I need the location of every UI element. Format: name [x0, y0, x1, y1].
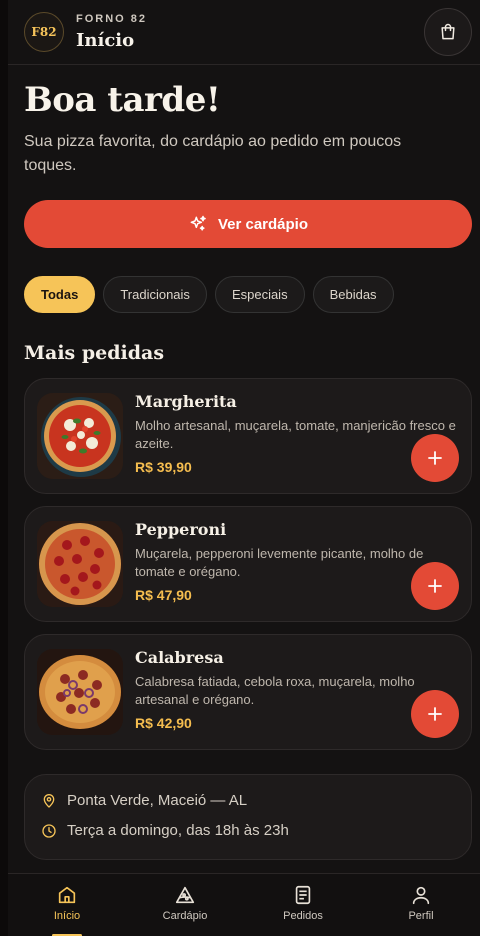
- app-screen: F82 FORNO 82 Início Boa tarde! Sua pizza…: [8, 0, 480, 936]
- nav-home-label: Início: [53, 910, 81, 922]
- hours-text: Terça a domingo, das 18h às 23h: [67, 822, 289, 839]
- plus-icon: [428, 707, 442, 721]
- page-title: Início: [76, 30, 135, 51]
- product-card-pepperoni[interactable]: Pepperoni Muçarela, pepperoni levemente …: [24, 506, 472, 622]
- nav-profile[interactable]: Perfil: [362, 874, 480, 936]
- nav-menu[interactable]: Cardápio: [126, 874, 244, 936]
- product-price: R$ 42,90: [135, 715, 192, 731]
- filter-chip-traditional[interactable]: Tradicionais: [103, 276, 207, 313]
- add-to-cart-button[interactable]: [411, 562, 459, 610]
- view-menu-button[interactable]: Ver cardápio: [24, 200, 472, 248]
- view-menu-label: Ver cardápio: [217, 215, 309, 233]
- header: F82 FORNO 82 Início: [8, 0, 480, 65]
- section-title: Mais pedidas: [24, 342, 165, 364]
- product-price: R$ 47,90: [135, 587, 192, 603]
- product-image: [37, 521, 123, 607]
- category-filters: Todas Tradicionais Especiais Bebidas: [24, 276, 394, 313]
- greeting-title: Boa tarde!: [24, 80, 221, 120]
- product-image: [37, 649, 123, 735]
- nav-menu-label: Cardápio: [162, 910, 208, 922]
- product-name: Margherita: [135, 392, 237, 411]
- product-name: Calabresa: [135, 648, 224, 667]
- nav-orders-label: Pedidos: [283, 910, 323, 922]
- add-to-cart-button[interactable]: [411, 434, 459, 482]
- product-card-calabresa[interactable]: Calabresa Calabresa fatiada, cebola roxa…: [24, 634, 472, 750]
- sparkles-icon: [190, 215, 206, 231]
- store-info-card: Ponta Verde, Maceió — AL Terça a domingo…: [24, 774, 472, 860]
- product-name: Pepperoni: [135, 520, 227, 539]
- clock-icon: [42, 823, 56, 838]
- home-icon: [58, 886, 76, 904]
- greeting-subtitle: Sua pizza favorita, do cardápio ao pedid…: [24, 133, 402, 174]
- bottom-nav: Início Cardápio Pedidos Perfil: [8, 873, 480, 936]
- add-to-cart-button[interactable]: [411, 690, 459, 738]
- filter-chip-special[interactable]: Especiais: [214, 276, 305, 313]
- map-pin-icon: [43, 793, 55, 808]
- shopping-bag-icon: [441, 23, 455, 40]
- product-image: [37, 393, 123, 479]
- store-location: Ponta Verde, Maceió — AL: [41, 792, 247, 809]
- product-price: R$ 39,90: [135, 459, 192, 475]
- user-icon: [412, 886, 430, 905]
- brand-name: FORNO 82: [76, 13, 148, 25]
- plus-icon: [428, 451, 442, 465]
- location-text: Ponta Verde, Maceió — AL: [67, 792, 248, 809]
- nav-profile-label: Perfil: [408, 910, 434, 922]
- plus-icon: [428, 579, 442, 593]
- filter-chip-all[interactable]: Todas: [24, 276, 96, 313]
- pizza-slice-icon: [175, 886, 195, 904]
- brand-logo: F82: [24, 12, 64, 52]
- cart-button[interactable]: [424, 8, 472, 56]
- store-hours: Terça a domingo, das 18h às 23h: [41, 822, 289, 839]
- nav-home[interactable]: Início: [8, 874, 126, 936]
- nav-orders[interactable]: Pedidos: [244, 874, 362, 936]
- filter-chip-drinks[interactable]: Bebidas: [312, 276, 394, 313]
- receipt-icon: [295, 885, 311, 905]
- product-card-margherita[interactable]: Margherita Molho artesanal, muçarela, to…: [24, 378, 472, 494]
